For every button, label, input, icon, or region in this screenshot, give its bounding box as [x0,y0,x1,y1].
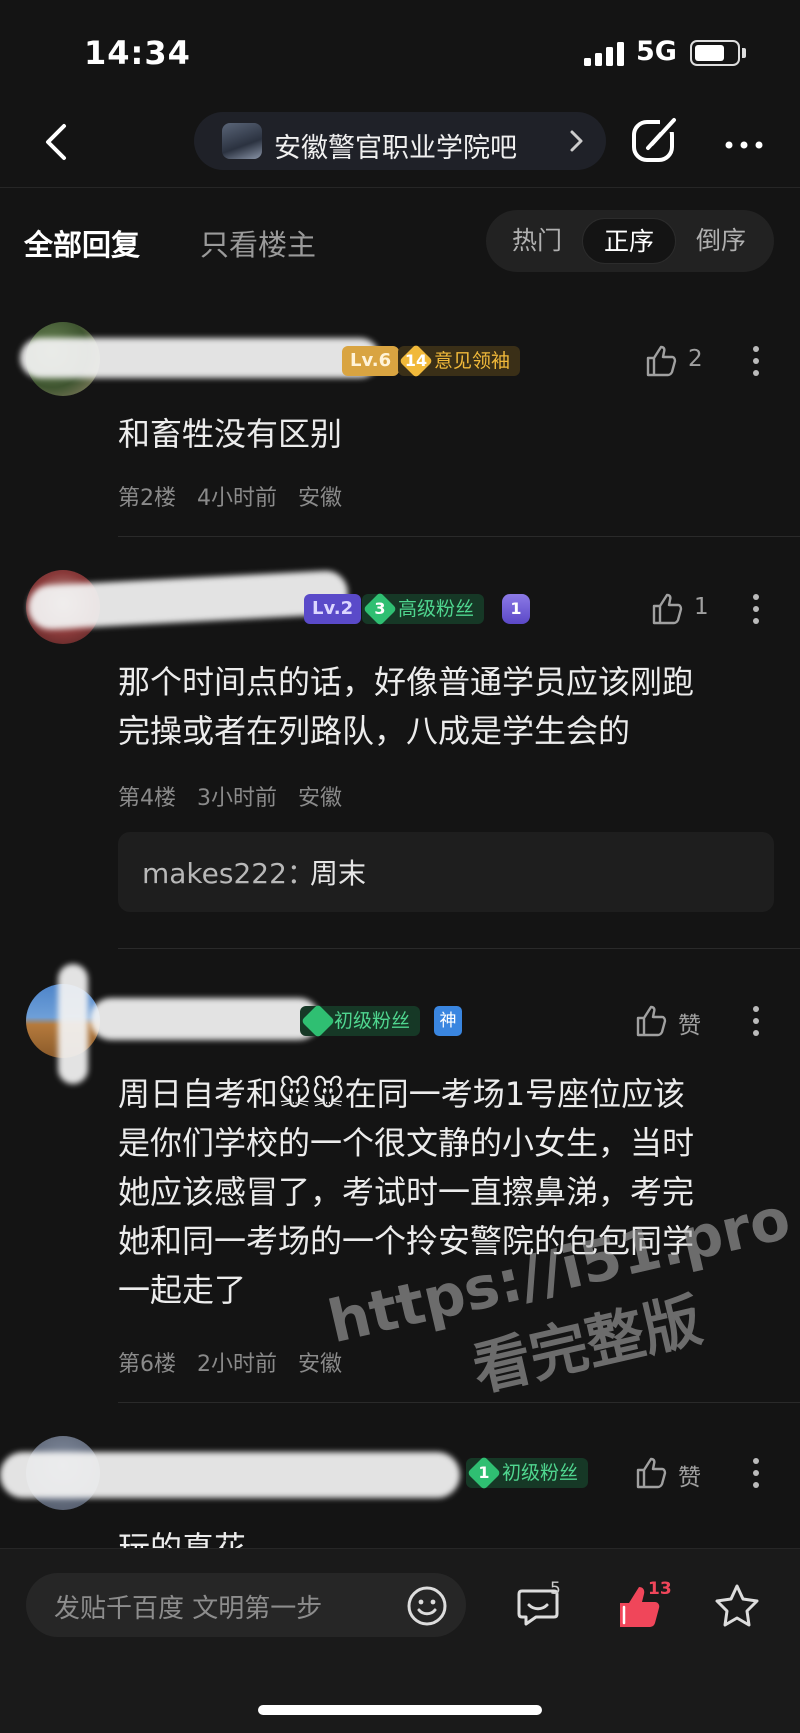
like-button[interactable]: 赞 [634,1004,710,1039]
reply-text: 周日自考和🐭🐭在同一考场1号座位应该 是你们学校的一个很文静的小女生，当时 她应… [118,1075,695,1309]
forum-name: 安徽警官职业学院吧 [274,133,517,164]
like-label: 赞 [678,1013,701,1039]
thumbs-up-icon [646,345,677,377]
fan-badge: 1 初级粉丝 [466,1456,589,1490]
fan-badge: 初级粉丝 [300,1004,421,1038]
more-options-icon[interactable] [752,1004,760,1038]
sub-reply-text: 周末 [310,857,367,890]
back-icon[interactable] [36,120,76,164]
sort-hot[interactable]: 热门 [490,218,584,264]
status-bar: 14:34 5G [0,0,800,100]
like-button[interactable]: 1 [650,592,710,626]
sub-reply[interactable]: makes222： 周末 [118,832,774,912]
more-options-icon[interactable] [752,1456,760,1490]
like-total: 13 [648,1579,672,1599]
comment-count: 5 [550,1579,561,1599]
redacted-username [90,998,320,1040]
thumbs-up-icon [636,1005,667,1037]
more-icon[interactable] [724,140,764,150]
like-count: 1 [694,594,709,620]
signal-icon [584,42,624,66]
emoji-icon[interactable] [406,1585,448,1627]
reply-meta: 第4楼 3小时前 安徽 [118,786,342,811]
sort-descending[interactable]: 倒序 [674,218,768,264]
forum-entry-button[interactable]: 安徽警官职业学院吧 [194,112,606,170]
reply-placeholder: 发贴千百度 文明第一步 [54,1594,323,1624]
filter-bar: 全部回复 只看楼主 热门 正序 倒序 [0,188,800,294]
more-options-icon[interactable] [752,592,760,626]
bottom-bar: 发贴千百度 文明第一步 5 13 [0,1548,800,1733]
sort-selector: 热门 正序 倒序 [486,210,774,272]
reply-meta: 第6楼 2小时前 安徽 [118,1352,342,1377]
battery-tip [742,48,746,58]
share-icon[interactable] [630,116,680,166]
sort-ascending[interactable]: 正序 [582,218,676,264]
reply-text: 和畜牲没有区别 [118,415,343,453]
reply-meta: 第2楼 4小时前 安徽 [118,486,342,511]
network-label: 5G [636,36,677,67]
battery-icon [690,40,740,66]
thumbs-up-icon [636,1457,667,1489]
thumbs-up-icon [652,593,683,625]
reply-text: 那个时间点的话，好像普通学员应该刚跑 完操或者在列路队，八成是学生会的 [118,663,695,750]
reply-input[interactable]: 发贴千百度 文明第一步 [26,1573,466,1637]
like-button[interactable]: 2 [644,344,704,378]
special-badge: 神 [434,1006,462,1036]
forum-avatar [222,123,262,159]
status-time: 14:34 [84,34,191,72]
like-button[interactable]: 赞 [634,1456,710,1491]
divider [118,536,800,537]
tab-owner-only[interactable]: 只看楼主 [200,222,316,264]
like-label: 赞 [678,1465,701,1491]
divider [118,948,800,949]
extra-badge: 1 [502,594,530,624]
more-options-icon[interactable] [752,344,760,378]
sub-reply-user[interactable]: makes222： [142,852,315,892]
redacted-username [0,1452,460,1498]
fan-badge: 14 意见领袖 [398,344,521,378]
home-indicator [258,1705,542,1715]
level-badge: Lv.2 [304,594,362,624]
like-count: 2 [688,346,703,372]
redacted-username [20,338,380,378]
divider [118,1402,800,1403]
level-badge: Lv.6 [342,346,400,376]
redacted-username [58,964,88,1084]
chevron-right-icon [570,130,583,152]
star-icon[interactable] [712,1581,762,1631]
tab-all-replies[interactable]: 全部回复 [24,222,140,264]
fan-badge: 3 高级粉丝 [362,592,485,626]
nav-bar: 安徽警官职业学院吧 [0,100,800,188]
